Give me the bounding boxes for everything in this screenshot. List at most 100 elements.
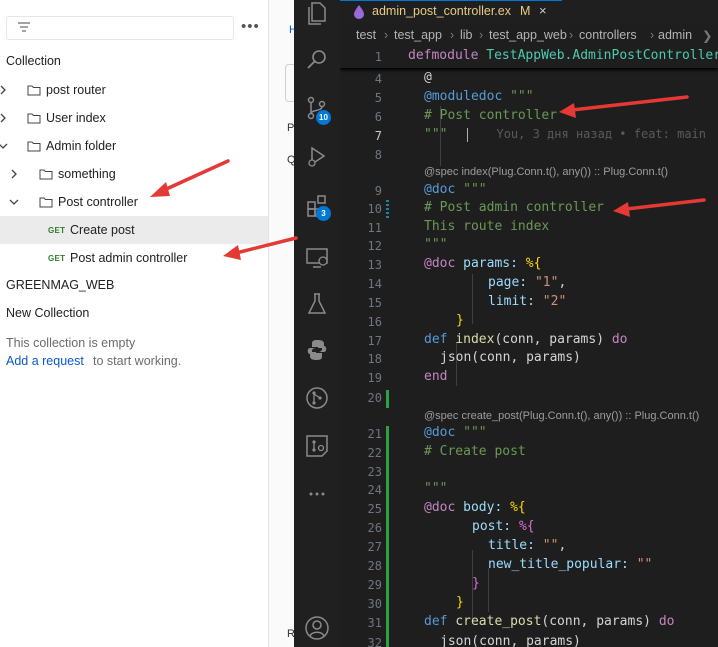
breadcrumb-separator-icon: › bbox=[384, 28, 389, 42]
breadcrumb-separator-icon: › bbox=[569, 28, 574, 42]
chevron-right-icon[interactable] bbox=[8, 168, 20, 180]
code-line: page: "1", bbox=[488, 275, 567, 290]
code-token: """ bbox=[510, 89, 534, 104]
method-badge: GET bbox=[48, 254, 66, 263]
extensions-badge: 3 bbox=[316, 206, 331, 221]
code-token: title: bbox=[488, 538, 535, 553]
code-token: defmodule bbox=[408, 48, 479, 63]
add-request-link[interactable]: Add a request bbox=[6, 354, 84, 368]
breadcrumb-item[interactable]: admin bbox=[658, 28, 692, 42]
breadcrumb-item[interactable]: test_app_web bbox=[489, 28, 567, 42]
collection-new-collection[interactable]: New Collection bbox=[6, 306, 89, 320]
run-debug-icon[interactable] bbox=[303, 142, 331, 170]
tree-item-label: Post controller bbox=[58, 195, 138, 209]
code-token: body: bbox=[463, 500, 503, 515]
line-number: 17 bbox=[367, 334, 382, 348]
tree-item-admin-folder[interactable]: Admin folder bbox=[0, 132, 268, 160]
line-number: 32 bbox=[367, 636, 382, 647]
chevron-right-icon[interactable] bbox=[0, 84, 9, 96]
folder-icon bbox=[27, 113, 41, 124]
line-number-active: 7 bbox=[374, 129, 382, 143]
close-icon[interactable]: × bbox=[539, 3, 547, 18]
tab-admin-post-controller[interactable]: admin_post_controller.ex M × bbox=[340, 0, 562, 22]
code-line: } bbox=[456, 313, 464, 328]
line-number: 1 bbox=[374, 50, 382, 64]
breadcrumb-item[interactable]: lib bbox=[460, 28, 473, 42]
code-line: defmodule TestAppWeb.AdminPostController bbox=[408, 48, 718, 63]
git-graph-icon[interactable] bbox=[303, 384, 331, 412]
line-number: 28 bbox=[367, 559, 382, 573]
tree-item-post-router[interactable]: post router bbox=[0, 76, 268, 104]
code-token: new_title_popular: bbox=[488, 557, 629, 572]
code-line: json(conn, params) bbox=[440, 350, 581, 365]
testing-icon[interactable] bbox=[303, 290, 331, 318]
line-number: 14 bbox=[367, 277, 382, 291]
empty-collection-message: This collection is empty bbox=[6, 336, 136, 350]
activity-bar: 10 3 bbox=[294, 0, 340, 647]
code-token: post: bbox=[472, 519, 512, 534]
tree-item-something[interactable]: something bbox=[0, 160, 268, 188]
files-icon[interactable] bbox=[303, 0, 331, 28]
code-line: end bbox=[424, 369, 448, 384]
line-number: 16 bbox=[367, 315, 382, 329]
request-item-create-post[interactable]: GET Create post bbox=[0, 216, 268, 244]
line-number: 4 bbox=[374, 72, 382, 86]
code-token: do bbox=[611, 332, 628, 347]
breadcrumb-item[interactable]: test bbox=[356, 28, 376, 42]
gitlens-icon[interactable] bbox=[303, 432, 331, 460]
code-line-active: """ You, 3 дня назад • feat: main bbox=[424, 127, 706, 142]
code-token: %{ bbox=[518, 519, 535, 534]
code-token: @doc bbox=[424, 256, 456, 271]
tree-item-post-controller[interactable]: Post controller bbox=[0, 188, 268, 216]
code-token: %{ bbox=[510, 500, 526, 515]
indent-guide bbox=[472, 274, 473, 324]
code-line: @doc params: %{ bbox=[424, 256, 541, 271]
more-options-icon[interactable]: ••• bbox=[241, 19, 260, 34]
text-cursor bbox=[467, 127, 469, 142]
code-token: def bbox=[424, 332, 448, 347]
line-number: 11 bbox=[367, 221, 382, 235]
line-number: 21 bbox=[367, 427, 382, 441]
chevron-down-icon[interactable] bbox=[0, 140, 9, 152]
search-icon[interactable] bbox=[303, 46, 331, 74]
more-icon[interactable] bbox=[303, 480, 331, 508]
line-number: 31 bbox=[367, 616, 382, 630]
gutter-added-marker bbox=[386, 390, 389, 408]
vscode-window: 10 3 admin_post_controller.ex M × test ›… bbox=[294, 0, 718, 647]
code-token: @doc bbox=[424, 500, 456, 515]
line-number: 22 bbox=[367, 446, 382, 460]
folder-open-icon bbox=[39, 197, 53, 208]
sidebar-filter-bar[interactable] bbox=[6, 16, 234, 40]
line-number: 20 bbox=[367, 391, 382, 405]
collection-title[interactable]: Collection bbox=[6, 54, 61, 68]
breadcrumb-item[interactable]: controllers bbox=[579, 28, 637, 42]
code-token: (conn, params) bbox=[541, 614, 651, 629]
code-line: @doc """ bbox=[424, 182, 487, 197]
request-panel-edge: H P Q R bbox=[268, 0, 299, 647]
remote-explorer-icon[interactable] bbox=[303, 244, 331, 272]
collection-greenmag-web[interactable]: GREENMAG_WEB bbox=[6, 278, 114, 292]
chevron-right-icon[interactable] bbox=[0, 112, 9, 124]
folder-icon bbox=[27, 85, 41, 96]
code-token: "2" bbox=[542, 294, 567, 309]
tree-item-label: post router bbox=[46, 83, 106, 97]
tree-item-user-index[interactable]: User index bbox=[0, 104, 268, 132]
filter-icon[interactable] bbox=[17, 20, 31, 34]
code-token: (conn, params) bbox=[494, 332, 605, 347]
code-token: "" bbox=[542, 538, 559, 553]
request-item-post-admin-controller[interactable]: GET Post admin controller bbox=[0, 244, 268, 272]
code-editor[interactable]: @spec index(Plug.Conn.t(), any()) :: Plu… bbox=[340, 46, 718, 647]
python-icon[interactable] bbox=[303, 336, 331, 364]
account-icon[interactable] bbox=[303, 614, 331, 642]
code-token: TestAppWeb.AdminPostController bbox=[486, 48, 718, 63]
chevron-down-icon[interactable] bbox=[8, 196, 20, 208]
code-token: @doc bbox=[424, 182, 456, 197]
code-line: # Create post bbox=[424, 444, 526, 459]
code-line: """ bbox=[424, 237, 448, 252]
codelens-spec-index[interactable]: @spec index(Plug.Conn.t(), any()) :: Plu… bbox=[424, 166, 668, 178]
breadcrumb-item[interactable]: test_app bbox=[394, 28, 442, 42]
code-token: @doc bbox=[424, 425, 456, 440]
codelens-spec-create[interactable]: @spec create_post(Plug.Conn.t(), any()) … bbox=[424, 410, 699, 422]
sticky-scroll-header[interactable]: 1 defmodule TestAppWeb.AdminPostControll… bbox=[340, 46, 718, 68]
line-number: 10 bbox=[367, 202, 382, 216]
